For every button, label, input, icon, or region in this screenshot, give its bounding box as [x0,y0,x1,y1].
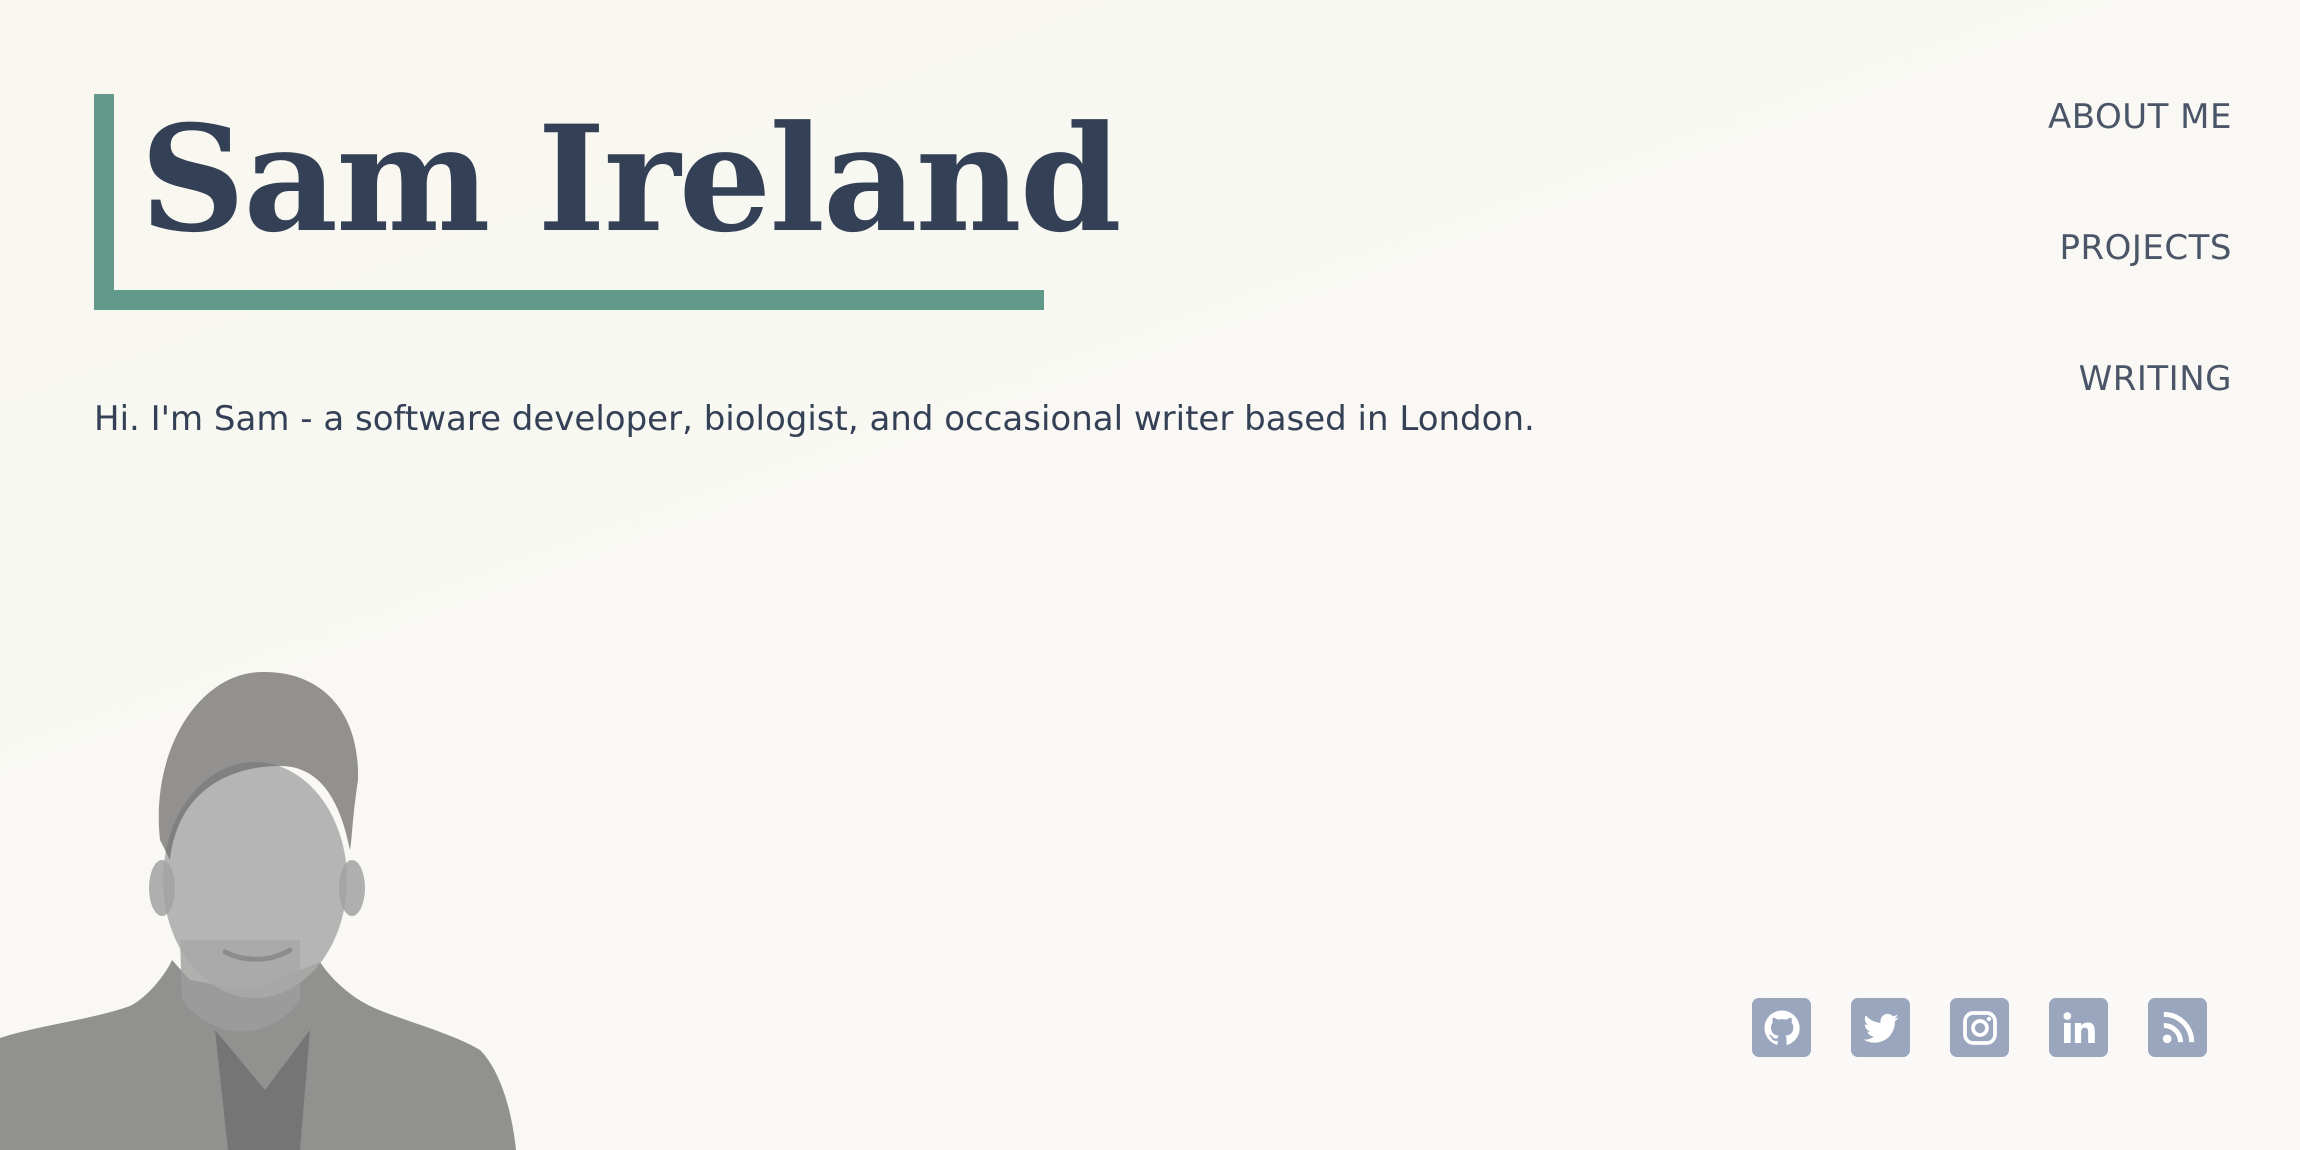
github-icon [1764,1010,1800,1045]
portrait-ear-left [149,860,175,916]
portrait-figure [0,671,516,1150]
twitter-link[interactable] [1851,998,1910,1057]
title-accent-bar-horizontal [94,290,1044,310]
nav-item-writing[interactable]: Writing [2079,354,2232,404]
instagram-icon [1962,1010,1997,1045]
github-link[interactable] [1752,998,1811,1057]
social-links [1752,998,2207,1057]
site-title[interactable]: Sam Ireland [140,96,1122,264]
portrait-photo [0,671,516,1150]
title-accent-bar-vertical [94,94,114,310]
instagram-link[interactable] [1950,998,2009,1057]
main-nav: About Me Projects Writing [2048,92,2232,485]
nav-item-projects[interactable]: Projects [2060,223,2233,273]
intro-text: Hi. I'm Sam - a software developer, biol… [94,399,1535,439]
linkedin-link[interactable] [2049,998,2108,1057]
linkedin-icon [2063,1011,2095,1043]
title-block: Sam Ireland [94,94,1122,310]
rss-link[interactable] [2148,998,2207,1057]
nav-item-about-me[interactable]: About Me [2048,92,2232,142]
rss-icon [2162,1011,2194,1043]
twitter-icon [1863,1013,1898,1043]
portrait-ear-right [339,860,365,916]
